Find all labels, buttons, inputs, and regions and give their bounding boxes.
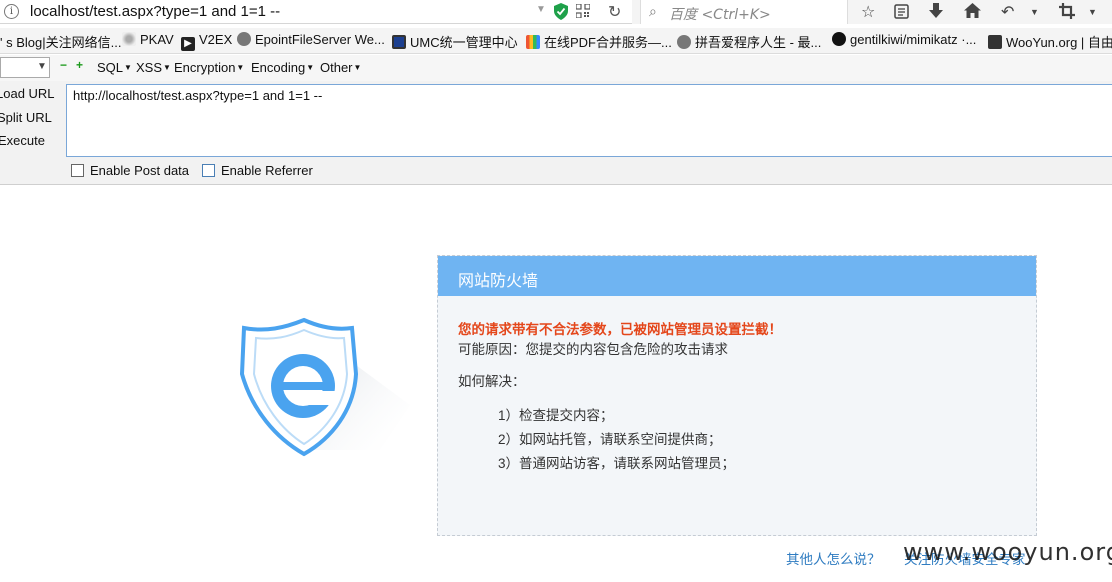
bookmark-item[interactable]: WooYun.org | 自由: [988, 32, 1112, 51]
caret-down-icon: ▼: [236, 63, 245, 72]
bookmark-label: EpointFileServer We...: [255, 32, 385, 47]
bookmark-label: 拼吾爱程序人生 - 最...: [695, 35, 822, 50]
shield-check-icon[interactable]: [554, 3, 568, 20]
pdf-icon: [526, 35, 540, 49]
pkav-icon: [122, 32, 136, 46]
menu-other[interactable]: Other▼: [320, 60, 361, 75]
bookmark-item[interactable]: 在线PDF合并服务—...: [526, 32, 672, 51]
enable-referrer-checkbox[interactable]: [202, 164, 215, 177]
bookmark-item[interactable]: 拼吾爱程序人生 - 最...: [677, 32, 821, 51]
bookmark-item[interactable]: EpointFileServer We...: [237, 32, 385, 47]
solution-step: 2）如网站托管，请联系空间提供商；: [498, 432, 722, 447]
reload-icon[interactable]: ↻: [608, 2, 621, 22]
bookmark-label: ' s Blog|关注网络信...: [0, 35, 122, 50]
caret-down-icon: ▼: [306, 63, 315, 72]
bookmark-item[interactable]: PKAV: [122, 32, 174, 47]
enable-referrer-label[interactable]: Enable Referrer: [221, 163, 313, 178]
home-icon[interactable]: [964, 3, 981, 18]
solution-step: 3）普通网站访客，请联系网站管理员；: [498, 456, 736, 471]
monitor-icon: [392, 35, 406, 49]
solution-heading: 如何解决：: [458, 374, 526, 389]
chevron-down-icon[interactable]: ▼: [1030, 7, 1039, 17]
plus-icon[interactable]: +: [76, 59, 86, 71]
v2ex-icon: ▶: [181, 37, 195, 51]
firewall-panel: 网站防火墙 您的请求带有不合法参数，已被网站管理员设置拦截！ 可能原因：您提交的…: [437, 255, 1037, 536]
bookmark-item[interactable]: ' s Blog|关注网络信...: [0, 32, 121, 51]
bookmark-item[interactable]: ▶ V2EX: [181, 32, 232, 51]
chevron-down-icon: ▼: [37, 61, 47, 72]
hackbar-toolbar: ▼ − + SQL▼ XSS▼ Encryption▼ Encoding▼ Ot…: [0, 55, 1112, 81]
github-icon: [832, 32, 846, 46]
minus-icon[interactable]: −: [60, 59, 70, 71]
bookmark-label: 在线PDF合并服务—...: [544, 35, 672, 50]
crop-icon[interactable]: [1059, 3, 1075, 19]
search-icon: ⌕: [649, 3, 657, 19]
hackbar-select[interactable]: ▼: [0, 57, 50, 78]
bookmark-label: PKAV: [140, 32, 174, 47]
qr-code-icon[interactable]: [576, 4, 590, 18]
load-url-button[interactable]: Load URL: [0, 86, 55, 101]
caret-down-icon: ▼: [163, 63, 171, 72]
search-placeholder[interactable]: 百度 <Ctrl+K>: [669, 4, 771, 24]
bookmark-item[interactable]: gentilkiwi/mimikatz ·...: [832, 32, 976, 47]
wooyun-icon: [988, 35, 1002, 49]
undo-icon[interactable]: ↶: [1001, 2, 1014, 22]
caret-down-icon: ▼: [353, 63, 362, 72]
search-box[interactable]: ⌕ 百度 <Ctrl+K>: [640, 0, 848, 24]
menu-encoding[interactable]: Encoding▼: [251, 60, 314, 75]
star-icon[interactable]: ☆: [861, 2, 875, 22]
hackbar-url-textarea[interactable]: http://localhost/test.aspx?type=1 and 1=…: [66, 84, 1112, 157]
watermark: www.wooyun.org: [903, 538, 1112, 566]
menu-encryption[interactable]: Encryption▼: [174, 60, 244, 75]
globe-icon: [237, 32, 251, 46]
firewall-title: 网站防火墙: [458, 273, 539, 290]
bookmarks-bar: ' s Blog|关注网络信... PKAV ▶ V2EX EpointFileS…: [0, 28, 1112, 54]
chevron-down-icon[interactable]: ▼: [536, 4, 546, 15]
firewall-shield-logo: [239, 317, 410, 457]
enable-post-checkbox[interactable]: [71, 164, 84, 177]
hackbar-panel: Load URL Split URL Execute http://localh…: [0, 81, 1112, 185]
bookmark-label: V2EX: [199, 32, 233, 47]
split-url-button[interactable]: Split URL: [0, 110, 52, 125]
menu-sql[interactable]: SQL▼: [97, 60, 132, 75]
execute-button[interactable]: Execute: [0, 133, 45, 148]
enable-post-label[interactable]: Enable Post data: [90, 163, 189, 178]
block-reason: 可能原因：您提交的内容包含危险的攻击请求: [458, 342, 728, 357]
chevron-down-icon[interactable]: ▼: [1088, 7, 1097, 17]
others-say-link[interactable]: 其他人怎么说？: [786, 548, 881, 568]
navigation-toolbar: i localhost/test.aspx?type=1 and 1=1 -- …: [0, 0, 1112, 24]
info-icon[interactable]: i: [4, 4, 19, 19]
firewall-header: 网站防火墙: [438, 256, 1036, 296]
solution-step: 1）检查提交内容；: [498, 408, 614, 423]
address-bar-url[interactable]: localhost/test.aspx?type=1 and 1=1 --: [30, 3, 280, 20]
bookmark-label: gentilkiwi/mimikatz ·...: [850, 32, 977, 47]
caret-down-icon: ▼: [124, 63, 132, 72]
bookmark-label: WooYun.org | 自由: [1006, 35, 1112, 50]
download-icon[interactable]: [929, 3, 943, 19]
bookmark-label: UMC统一管理中心: [410, 35, 518, 50]
globe-icon: [677, 35, 691, 49]
menu-xss[interactable]: XSS▼: [136, 60, 171, 75]
bookmark-item[interactable]: UMC统一管理中心: [392, 32, 518, 51]
address-bar[interactable]: i localhost/test.aspx?type=1 and 1=1 -- …: [0, 0, 632, 24]
reading-list-icon[interactable]: [894, 4, 909, 19]
block-warning: 您的请求带有不合法参数，已被网站管理员设置拦截！: [458, 322, 782, 337]
